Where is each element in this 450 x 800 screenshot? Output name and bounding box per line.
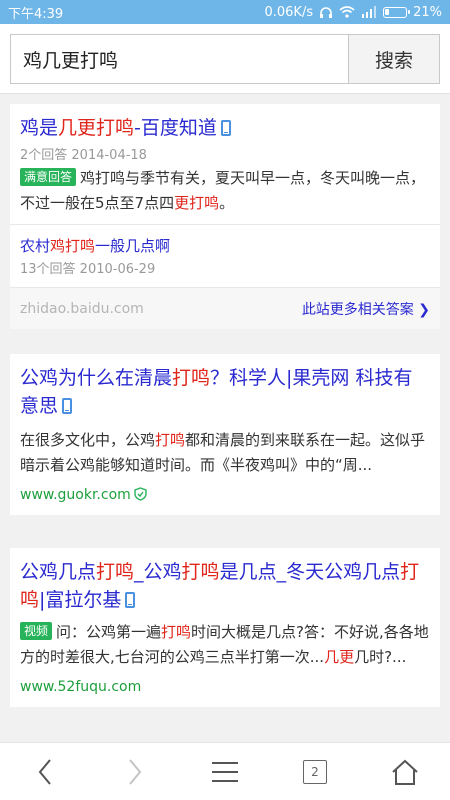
mobile-icon <box>62 398 73 414</box>
tab-count: 2 <box>303 759 327 784</box>
battery-percent: 21% <box>413 4 442 20</box>
chevron-left-icon <box>38 758 51 785</box>
signal-icon <box>362 6 377 18</box>
related-answer: 农村鸡打鸣一般几点啊 13个回答 2010-06-29 <box>10 225 440 287</box>
result-title-link[interactable]: 公鸡几点打鸣_公鸡打鸣是几点_冬天公鸡几点打鸣|富拉尔基 <box>20 558 430 614</box>
result-url[interactable]: www.52fuqu.com <box>20 679 141 695</box>
network-speed: 0.06K/s <box>264 4 314 20</box>
result-title-link[interactable]: 鸡是几更打鸣-百度知道 <box>20 114 430 142</box>
mobile-icon <box>220 120 231 136</box>
related-answer-link[interactable]: 农村鸡打鸣一般几点啊 <box>20 235 430 256</box>
result-url[interactable]: www.guokr.com <box>20 487 131 503</box>
result-card-52fuqu: 公鸡几点打鸣_公鸡打鸣是几点_冬天公鸡几点打鸣|富拉尔基 视频 问：公鸡第一遍打鸣… <box>10 548 440 707</box>
menu-icon <box>212 761 238 782</box>
search-button[interactable]: 搜索 <box>348 34 440 84</box>
more-answers-link[interactable]: 此站更多相关答案 ❯ <box>302 299 430 319</box>
result-title-link[interactable]: 公鸡为什么在清晨打鸣？科学人|果壳网 科技有意思 <box>20 364 430 420</box>
status-time: 下午4:39 <box>8 6 64 22</box>
result-snippet: 满意回答 鸡打鸣与季节有关，夏天叫早一点，冬天叫晚一点，不过一般在5点至7点四更打… <box>20 168 426 212</box>
result-snippet: 视频 问：公鸡第一遍打鸣时间大概是几点?答：不好说,各各地方的时差很大,七台河的公… <box>20 622 429 666</box>
bottom-nav: 2 <box>0 742 450 800</box>
tabs-button[interactable]: 2 <box>290 747 340 797</box>
wifi-icon <box>339 6 355 18</box>
related-answer-meta: 13个回答 2010-06-29 <box>20 262 156 277</box>
chevron-right-icon <box>129 758 142 785</box>
mobile-icon <box>125 592 136 608</box>
back-button[interactable] <box>20 747 70 797</box>
home-button[interactable] <box>380 747 430 797</box>
result-meta: 2个回答 2014-04-18 <box>20 148 147 163</box>
forward-button[interactable] <box>110 747 160 797</box>
battery-icon <box>383 6 411 18</box>
result-card-baidu-zhidao: 鸡是几更打鸣-百度知道 2个回答 2014-04-18 满意回答 鸡打鸣与季节有关… <box>10 104 440 329</box>
verified-shield-icon <box>134 487 147 501</box>
headphones-icon <box>320 6 333 18</box>
home-icon <box>392 759 418 785</box>
result-card-guokr: 公鸡为什么在清晨打鸣？科学人|果壳网 科技有意思 在很多文化中，公鸡打鸣都和清晨… <box>10 354 440 515</box>
search-header: 搜索 <box>0 24 450 94</box>
site-row: zhidao.baidu.com 此站更多相关答案 ❯ <box>10 287 440 329</box>
menu-button[interactable] <box>200 747 250 797</box>
search-input[interactable] <box>10 34 348 84</box>
status-bar: 下午4:39 0.06K/s 21% <box>0 0 450 24</box>
video-badge: 视频 <box>20 622 53 640</box>
best-answer-badge: 满意回答 <box>20 168 77 186</box>
site-domain: zhidao.baidu.com <box>20 300 144 317</box>
result-snippet: 在很多文化中，公鸡打鸣都和清晨的到来联系在一起。这似乎暗示着公鸡能够知道时间。而… <box>20 431 426 474</box>
